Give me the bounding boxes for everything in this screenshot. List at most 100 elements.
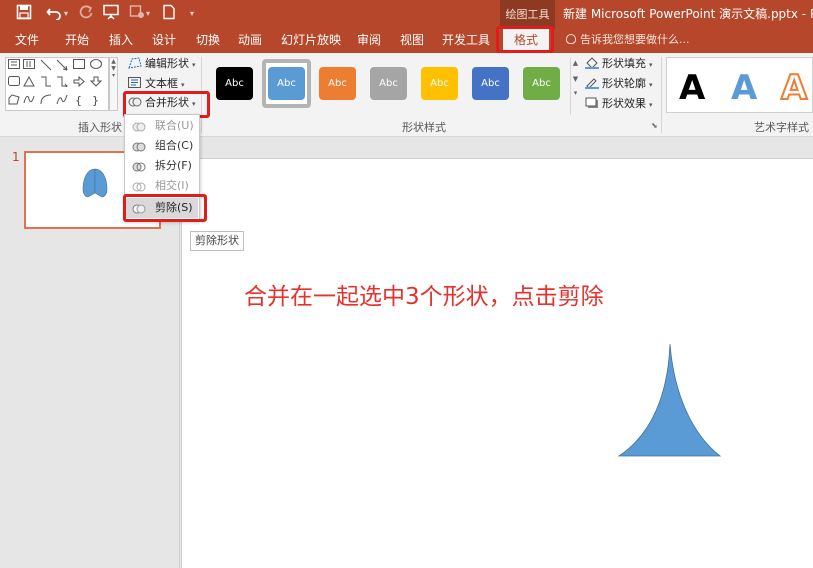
down-arrow-shape-icon[interactable] xyxy=(89,76,102,90)
style-tile-black[interactable]: Abc xyxy=(216,67,253,100)
arc-shape-icon[interactable] xyxy=(39,94,52,108)
tell-me-search[interactable]: 告诉我您想要做什么... xyxy=(566,29,690,51)
undo-dropdown-icon[interactable]: ▾ xyxy=(64,9,68,18)
merge-shapes-label: 合并形状 xyxy=(145,96,189,109)
shape-fill-label: 形状填充 xyxy=(602,57,646,70)
tab-developer[interactable]: 开发工具 xyxy=(440,29,492,53)
touch-dropdown-icon[interactable]: ▾ xyxy=(146,9,150,18)
style-gallery-scroll[interactable]: ▲ ▼ ▾ xyxy=(570,57,580,115)
tab-animations[interactable]: 动画 xyxy=(233,29,267,53)
menu-item-label: 组合(C) xyxy=(155,139,194,152)
elbow-connector-shape-icon[interactable] xyxy=(39,76,52,90)
spike-shape[interactable] xyxy=(612,339,732,469)
style-tile-green[interactable]: Abc xyxy=(523,67,560,100)
merge-shapes-menu: 联合(U) 组合(C) 拆分(F) 相交(I) 剪除(S) xyxy=(124,114,200,222)
text-box-button[interactable]: 文本框 ▾ xyxy=(128,75,185,93)
elbow-arrow-shape-icon[interactable] xyxy=(55,76,68,90)
lightbulb-icon xyxy=(566,34,576,44)
style-tile-blue[interactable]: Abc xyxy=(268,67,305,100)
edit-shape-icon xyxy=(128,57,142,69)
slide-number: 1 xyxy=(12,150,20,164)
wordart-sample-black[interactable]: A xyxy=(679,64,705,112)
tab-transitions[interactable]: 切换 xyxy=(191,29,225,53)
style-tile-gold[interactable]: Abc xyxy=(421,67,458,100)
freeform-shape-icon[interactable] xyxy=(7,94,20,108)
redo-icon[interactable] xyxy=(76,4,96,24)
text-box-icon xyxy=(128,77,142,89)
fragment-icon xyxy=(132,160,146,172)
chevron-down-icon: ▾ xyxy=(192,100,196,108)
rounded-rectangle-shape-icon[interactable] xyxy=(7,76,20,90)
menu-item-fragment[interactable]: 拆分(F) xyxy=(126,156,198,176)
arrow-line-shape-icon[interactable] xyxy=(55,59,68,73)
merge-shapes-button[interactable]: 合并形状 ▾ xyxy=(128,94,196,112)
right-arrow-shape-icon[interactable] xyxy=(72,75,85,90)
menu-item-label: 联合(U) xyxy=(155,119,194,132)
touch-mode-icon[interactable] xyxy=(127,4,147,24)
style-tile-orange[interactable]: Abc xyxy=(319,67,356,100)
subtract-icon xyxy=(132,202,146,214)
shape-styles-gallery: Abc Abc Abc Abc Abc Abc Abc xyxy=(206,57,570,115)
chevron-down-icon: ▾ xyxy=(649,81,653,89)
text-box-label: 文本框 xyxy=(145,77,178,90)
slideshow-from-start-icon[interactable] xyxy=(101,4,121,24)
triangle-shape-icon[interactable] xyxy=(22,75,35,90)
group-separator xyxy=(661,57,662,133)
merge-shapes-icon xyxy=(128,96,142,108)
combine-icon xyxy=(132,140,146,152)
intersect-icon xyxy=(132,180,146,192)
shape-outline-label: 形状轮廓 xyxy=(602,77,646,90)
shape-styles-group-label: 形状样式 xyxy=(402,121,446,134)
shape-outline-button[interactable]: 形状轮廓 ▾ xyxy=(585,75,653,93)
shape-effects-button[interactable]: 形状效果 ▾ xyxy=(585,95,653,113)
chevron-down-icon: ▾ xyxy=(649,101,653,109)
context-tab-label: 绘图工具 xyxy=(500,0,555,29)
wordart-sample-orange-outline[interactable]: A xyxy=(780,64,808,112)
chevron-down-icon: ▾ xyxy=(192,61,196,69)
style-tile-dark-blue[interactable]: Abc xyxy=(472,67,509,100)
undo-icon[interactable] xyxy=(44,4,64,24)
dialog-launcher-icon[interactable]: ⬊ xyxy=(651,121,658,130)
style-tile-gray[interactable]: Abc xyxy=(370,67,407,100)
menu-item-union[interactable]: 联合(U) xyxy=(126,116,198,136)
menu-item-subtract[interactable]: 剪除(S) xyxy=(126,198,198,218)
tab-insert[interactable]: 插入 xyxy=(104,29,138,53)
tab-format[interactable]: 格式 xyxy=(503,29,549,53)
tab-design[interactable]: 设计 xyxy=(147,29,181,53)
scribble-shape-icon[interactable] xyxy=(22,94,35,108)
slide-editor: 合并在一起选中3个形状，点击剪除 xyxy=(181,138,813,568)
tab-view[interactable]: 视图 xyxy=(395,29,429,53)
oval-shape-icon[interactable] xyxy=(89,59,102,73)
pencil-icon xyxy=(585,77,599,89)
shape-gallery-scroll[interactable]: ▲ ▼ ▾ xyxy=(109,57,118,111)
menu-item-label: 剪除(S) xyxy=(155,201,193,214)
textbox-shape-icon[interactable] xyxy=(7,59,20,73)
curve-shape-icon[interactable] xyxy=(55,94,68,108)
new-file-icon[interactable] xyxy=(159,4,179,24)
group-separator xyxy=(201,57,202,133)
tab-slideshow[interactable]: 幻灯片放映 xyxy=(279,29,343,53)
menu-item-intersect[interactable]: 相交(I) xyxy=(126,176,198,196)
tab-review[interactable]: 审阅 xyxy=(352,29,386,53)
slide-canvas[interactable]: 合并在一起选中3个形状，点击剪除 xyxy=(181,158,813,568)
vertical-textbox-shape-icon[interactable] xyxy=(22,59,35,73)
tell-me-text: 告诉我您想要做什么... xyxy=(580,33,690,46)
menu-item-combine[interactable]: 组合(C) xyxy=(126,136,198,156)
ribbon-tabs: 文件 开始 插入 设计 切换 动画 幻灯片放映 审阅 视图 开发工具 格式 xyxy=(0,29,813,53)
right-brace-shape-icon[interactable]: } xyxy=(89,94,102,108)
ribbon: { } ▲ ▼ ▾ 编辑形状 ▾ 文本框 ▾ 合并形状 ▾ 插入形状 Abc Abc Ab… xyxy=(0,53,813,137)
rectangle-shape-icon[interactable] xyxy=(72,59,85,73)
shape-gallery[interactable]: { } xyxy=(5,57,109,111)
save-icon[interactable] xyxy=(14,4,34,24)
shape-fill-button[interactable]: 形状填充 ▾ xyxy=(585,55,653,73)
tab-home[interactable]: 开始 xyxy=(60,29,94,53)
wordart-sample-blue[interactable]: A xyxy=(731,64,757,112)
chevron-down-icon: ▾ xyxy=(181,81,185,89)
title-bar: ▾ ▾ ▾ 绘图工具 新建 Microsoft PowerPoint 演示文稿.… xyxy=(0,0,813,29)
tab-file[interactable]: 文件 xyxy=(12,29,42,53)
shape-effects-label: 形状效果 xyxy=(602,97,646,110)
edit-shape-button[interactable]: 编辑形状 ▾ xyxy=(128,55,196,73)
customize-toolbar-icon[interactable]: ▾ xyxy=(190,9,194,18)
line-shape-icon[interactable] xyxy=(39,59,52,73)
left-brace-shape-icon[interactable]: { xyxy=(72,94,85,108)
